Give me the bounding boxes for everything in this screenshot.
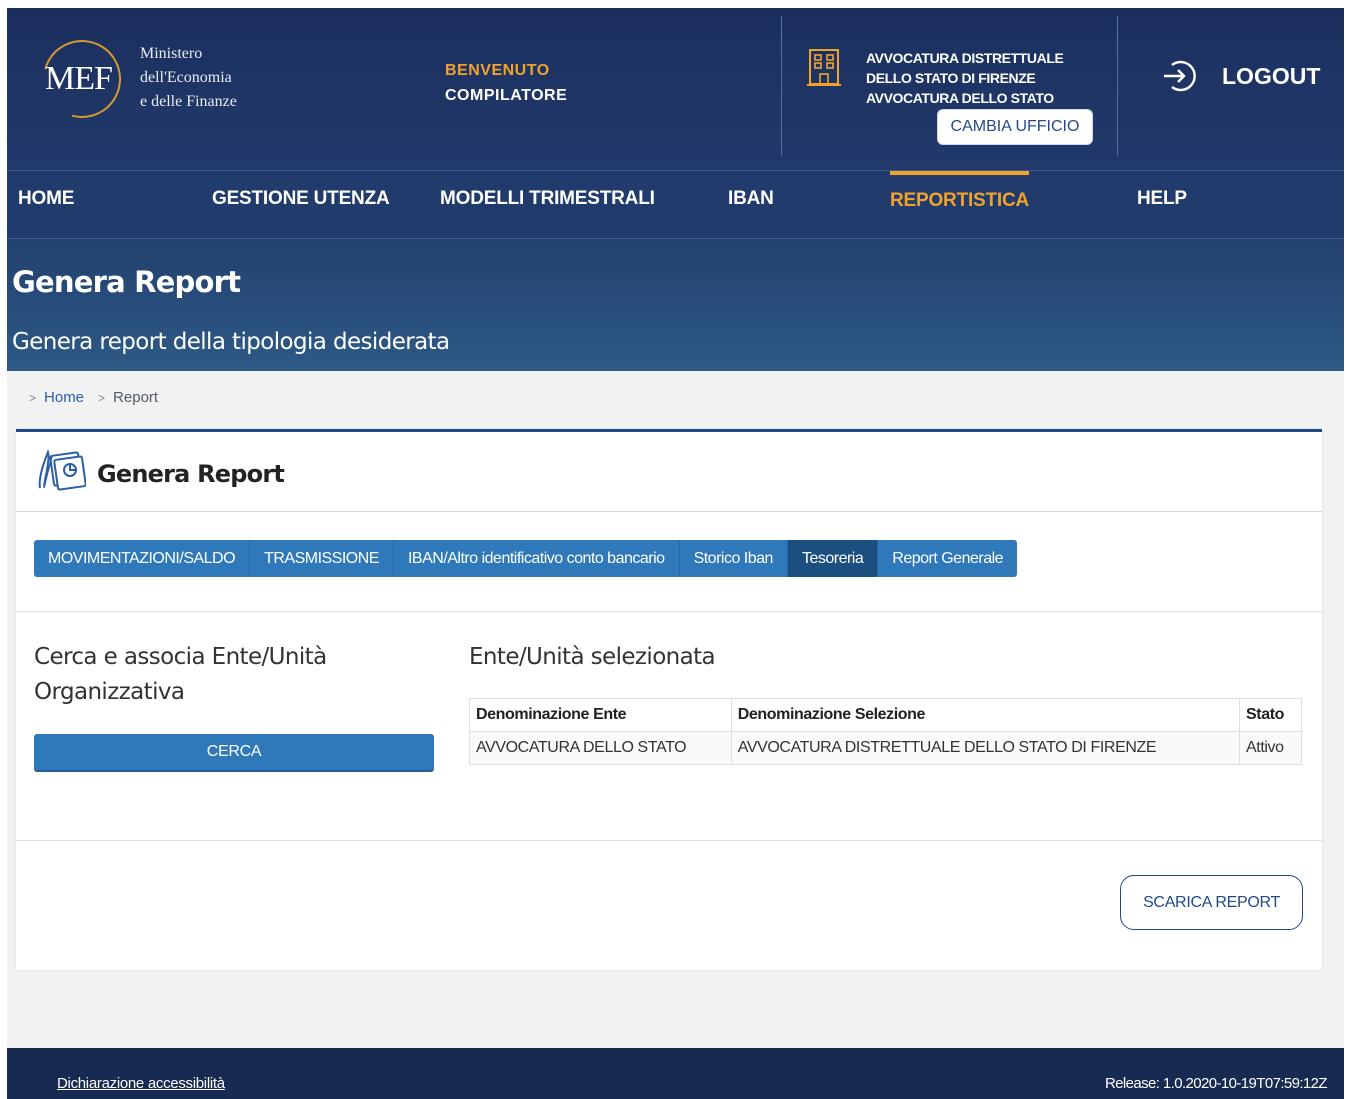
column-header: Denominazione Ente xyxy=(469,698,732,732)
tab-report-generale[interactable]: Report Generale xyxy=(878,540,1017,577)
user-role: COMPILATORE xyxy=(445,87,568,104)
page-subtitle: Genera report della tipologia desiderata xyxy=(12,329,450,355)
tab-iban-altro-identificativo[interactable]: IBAN/Altro identificativo conto bancario xyxy=(394,540,680,577)
breadcrumb-separator: > xyxy=(29,390,37,405)
nav-item-modelli-trimestrali[interactable]: MODELLI TRIMESTRALI xyxy=(440,171,655,239)
main-nav: HOME GESTIONE UTENZA MODELLI TRIMESTRALI… xyxy=(7,170,1344,239)
breadcrumb-current: Report xyxy=(113,389,159,406)
report-icon xyxy=(34,448,87,494)
table-header-row: Denominazione Ente Denominazione Selezio… xyxy=(469,698,1302,732)
page-header: Genera Report Genera report della tipolo… xyxy=(7,239,1344,371)
logout-label: LOGOUT xyxy=(1222,62,1321,89)
current-office: AVVOCATURA DISTRETTUALE DELLO STATO DI F… xyxy=(866,48,1064,108)
table-cell: AVVOCATURA DISTRETTUALE DELLO STATO DI F… xyxy=(730,731,1241,765)
mef-logo[interactable]: MEF xyxy=(28,25,136,133)
column-header: Stato xyxy=(1239,698,1302,732)
accessibility-link[interactable]: Dichiarazione accessibilità xyxy=(57,1075,225,1092)
building-icon xyxy=(807,48,841,88)
breadcrumb: > Home > Report xyxy=(29,389,158,406)
nav-item-reportistica[interactable]: REPORTISTICA xyxy=(890,171,1029,239)
report-type-tabs: MOVIMENTAZIONI/SALDO TRASMISSIONE IBAN/A… xyxy=(34,540,1018,577)
nav-item-home[interactable]: HOME xyxy=(18,171,74,239)
app-frame: MEF Ministero dell'Economia e delle Fina… xyxy=(7,8,1344,1099)
table-row: AVVOCATURA DELLO STATO AVVOCATURA DISTRE… xyxy=(469,731,1302,765)
footer: Dichiarazione accessibilità Release: 1.0… xyxy=(7,1048,1344,1099)
selected-section-title: Ente/Unità selezionata xyxy=(469,644,716,670)
welcome-block: BENVENUTO COMPILATORE xyxy=(445,58,567,108)
search-section-title: Cerca e associa Ente/Unità Organizzativa xyxy=(34,644,327,705)
tab-storico-iban[interactable]: Storico Iban xyxy=(680,540,788,577)
nav-item-iban[interactable]: IBAN xyxy=(728,171,774,239)
header-divider xyxy=(781,16,782,156)
table-cell: AVVOCATURA DELLO STATO xyxy=(469,731,732,765)
ministry-line: Ministero xyxy=(140,45,203,62)
ministry-line: dell'Economia xyxy=(140,69,232,86)
tab-tesoreria[interactable]: Tesoreria xyxy=(787,540,879,577)
section-divider xyxy=(16,840,1322,841)
selected-entity-table: Denominazione Ente Denominazione Selezio… xyxy=(469,698,1302,765)
breadcrumb-home-link[interactable]: Home xyxy=(44,389,84,406)
logout-icon xyxy=(1164,60,1196,92)
office-line: AVVOCATURA DISTRETTUALE xyxy=(866,50,1064,66)
welcome-label: BENVENUTO xyxy=(445,62,550,79)
column-header: Denominazione Selezione xyxy=(730,698,1241,732)
office-line: AVVOCATURA DELLO STATO xyxy=(866,90,1054,106)
top-header: MEF Ministero dell'Economia e delle Fina… xyxy=(7,8,1344,170)
tab-trasmissione[interactable]: TRASMISSIONE xyxy=(250,540,394,577)
page-title: Genera Report xyxy=(12,265,241,299)
search-button[interactable]: CERCA xyxy=(34,734,434,772)
office-line: DELLO STATO DI FIRENZE xyxy=(866,70,1036,86)
nav-item-help[interactable]: HELP xyxy=(1137,171,1187,239)
release-version: Release: 1.0.2020-10-19T07:59:12Z xyxy=(1104,1075,1328,1092)
report-type-tabs-area: MOVIMENTAZIONI/SALDO TRASMISSIONE IBAN/A… xyxy=(16,512,1322,612)
ministry-name: Ministero dell'Economia e delle Finanze xyxy=(140,42,237,114)
change-office-button[interactable]: CAMBIA UFFICIO xyxy=(937,109,1093,145)
nav-item-gestione-utenza[interactable]: GESTIONE UTENZA xyxy=(212,171,390,239)
card-title: Genera Report xyxy=(97,460,285,488)
logo-text: MEF xyxy=(45,60,113,97)
breadcrumb-separator: > xyxy=(98,390,106,405)
logout-button[interactable]: LOGOUT xyxy=(1162,56,1320,96)
download-report-button[interactable]: SCARICA REPORT xyxy=(1120,875,1303,930)
table-cell: Attivo xyxy=(1239,731,1302,765)
report-card: Genera Report MOVIMENTAZIONI/SALDO TRASM… xyxy=(16,429,1322,970)
tab-movimentazioni-saldo[interactable]: MOVIMENTAZIONI/SALDO xyxy=(34,540,251,577)
header-divider xyxy=(1117,16,1118,156)
card-header: Genera Report xyxy=(16,432,1322,512)
ministry-line: e delle Finanze xyxy=(140,93,237,110)
